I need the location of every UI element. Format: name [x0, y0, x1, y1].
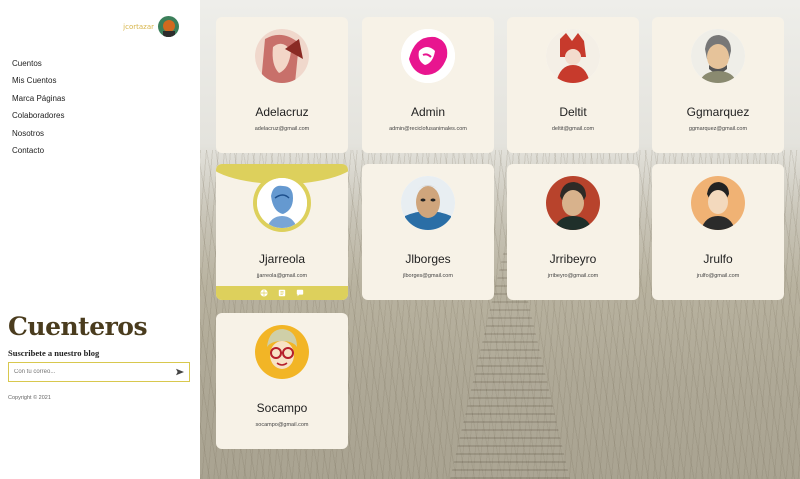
author-name: Socampo [256, 401, 308, 415]
username[interactable]: jcortazar [123, 23, 154, 31]
author-email: admin@reciclofusanimales.com [389, 126, 467, 132]
author-card[interactable]: Jlborges jlborges@gmail.com [362, 164, 494, 300]
author-avatar [546, 29, 600, 83]
card-actions [216, 286, 348, 300]
author-email: adelacruz@gmail.com [254, 126, 310, 132]
menu-item-contacto[interactable]: Contacto [12, 145, 65, 162]
author-name: Adelacruz [255, 105, 309, 119]
book-icon[interactable] [278, 289, 286, 297]
author-avatar [255, 29, 309, 83]
author-email: jrribeyro@gmail.com [547, 273, 599, 279]
main-menu: Cuentos Mis Cuentos Marca Páginas Colabo… [12, 58, 65, 162]
comment-icon[interactable] [296, 289, 304, 297]
send-button[interactable] [171, 363, 189, 381]
menu-item-cuentos[interactable]: Cuentos [12, 58, 65, 75]
author-name: Deltit [559, 105, 587, 119]
newsletter-form [8, 362, 190, 382]
author-email: deltit@gmail.com [551, 126, 595, 132]
author-avatar [401, 176, 455, 230]
author-card[interactable]: Jrribeyro jrribeyro@gmail.com [507, 164, 639, 300]
author-card[interactable]: Socampo socampo@gmail.com [216, 313, 348, 449]
author-avatar [401, 29, 455, 83]
author-card[interactable]: Jrulfo jrulfo@gmail.com [652, 164, 784, 300]
newsletter-title: Suscribete a nuestro blog [8, 348, 100, 358]
author-card[interactable]: Adelacruz adelacruz@gmail.com [216, 17, 348, 153]
author-name: Ggmarquez [686, 105, 750, 119]
author-email: jrulfo@gmail.com [696, 273, 740, 279]
brand-logo: Cuenteros [8, 312, 148, 341]
menu-item-colaboradores[interactable]: Colaboradores [12, 110, 65, 127]
author-avatar [546, 176, 600, 230]
author-email: socampo@gmail.com [255, 422, 309, 428]
author-email: jjarreola@gmail.com [256, 273, 308, 279]
author-card-active[interactable]: Jjarreola jjarreola@gmail.com [216, 164, 348, 300]
author-avatar [691, 29, 745, 83]
sidebar: jcortazar Cuentos Mis Cuentos Marca Pági… [0, 0, 200, 479]
author-name: Jrribeyro [549, 252, 597, 266]
menu-item-mis-cuentos[interactable]: Mis Cuentos [12, 75, 65, 92]
author-card[interactable]: Ggmarquez ggmarquez@gmail.com [652, 17, 784, 153]
author-email: ggmarquez@gmail.com [688, 126, 748, 132]
user-menu[interactable]: jcortazar [123, 16, 179, 37]
author-name: Admin [410, 105, 445, 119]
globe-icon[interactable] [260, 289, 268, 297]
copyright: Copyright © 2021 [8, 395, 51, 401]
user-avatar[interactable] [158, 16, 179, 37]
author-card[interactable]: Admin admin@reciclofusanimales.com [362, 17, 494, 153]
author-avatar [255, 325, 309, 379]
send-icon [176, 368, 184, 376]
menu-item-nosotros[interactable]: Nosotros [12, 128, 65, 145]
menu-item-marca-paginas[interactable]: Marca Páginas [12, 93, 65, 110]
newsletter-email-input[interactable] [9, 368, 171, 376]
author-email: jlborges@gmail.com [403, 273, 453, 279]
author-name: Jlborges [405, 252, 451, 266]
author-card[interactable]: Deltit deltit@gmail.com [507, 17, 639, 153]
author-name: Jrulfo [703, 252, 733, 266]
author-avatar [691, 176, 745, 230]
author-name: Jjarreola [258, 252, 306, 266]
author-avatar [257, 178, 307, 228]
